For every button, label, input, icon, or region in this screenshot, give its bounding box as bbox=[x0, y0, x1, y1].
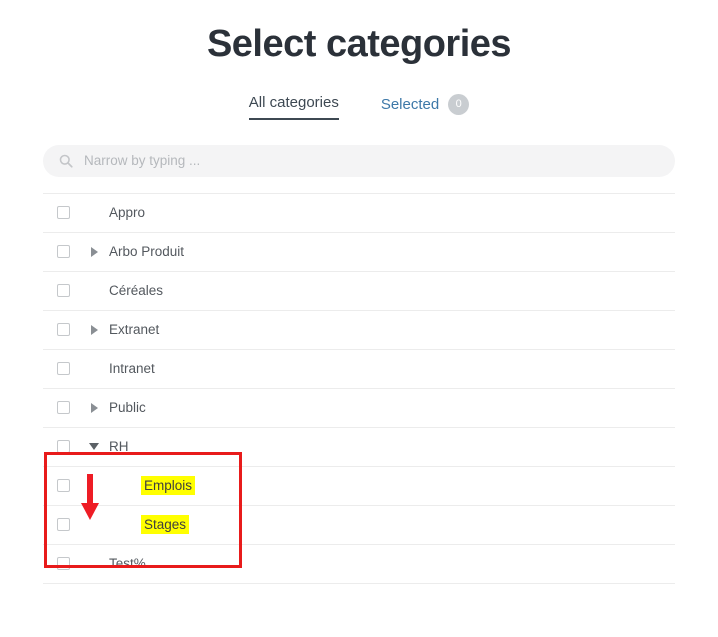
tab-selected[interactable]: Selected 0 bbox=[380, 93, 470, 122]
search-icon bbox=[59, 154, 73, 168]
category-row[interactable]: Public bbox=[43, 389, 675, 428]
category-row[interactable]: RH bbox=[43, 428, 675, 467]
category-label: Test%. bbox=[109, 556, 150, 572]
category-checkbox[interactable] bbox=[57, 557, 70, 571]
caret-slot bbox=[85, 443, 103, 451]
category-row[interactable]: Intranet bbox=[43, 350, 675, 389]
category-label: Arbo Produit bbox=[109, 244, 185, 260]
category-checkbox[interactable] bbox=[57, 284, 70, 298]
category-checkbox[interactable] bbox=[57, 323, 70, 337]
category-checkbox[interactable] bbox=[57, 206, 70, 220]
caret-right-icon[interactable] bbox=[90, 324, 98, 335]
category-row[interactable]: Céréales bbox=[43, 272, 675, 311]
category-checkbox[interactable] bbox=[57, 245, 70, 259]
category-label: Céréales bbox=[109, 283, 164, 299]
tab-all-categories[interactable]: All categories bbox=[248, 93, 339, 120]
caret-right-icon[interactable] bbox=[90, 402, 98, 413]
caret-right-icon[interactable] bbox=[90, 246, 98, 257]
category-label: RH bbox=[109, 439, 129, 455]
caret-slot bbox=[85, 246, 103, 257]
category-row[interactable]: Emplois bbox=[43, 467, 675, 506]
caret-slot bbox=[85, 324, 103, 335]
category-row[interactable]: Arbo Produit bbox=[43, 233, 675, 272]
category-label: Appro bbox=[109, 205, 146, 221]
caret-slot bbox=[85, 402, 103, 413]
tab-all-categories-label: All categories bbox=[248, 93, 339, 111]
category-row[interactable]: Stages bbox=[43, 506, 675, 545]
category-label: Intranet bbox=[109, 361, 155, 377]
category-label: Stages bbox=[141, 515, 190, 535]
caret-down-icon[interactable] bbox=[89, 443, 99, 451]
category-checkbox[interactable] bbox=[57, 401, 70, 415]
category-label: Extranet bbox=[109, 322, 160, 338]
category-label: Emplois bbox=[141, 476, 196, 496]
category-label: Public bbox=[109, 400, 146, 416]
category-row[interactable]: Test%. bbox=[43, 545, 675, 584]
search-input[interactable] bbox=[84, 153, 659, 169]
search-bar[interactable] bbox=[43, 144, 675, 177]
selected-count-badge: 0 bbox=[448, 93, 470, 115]
tab-bar: All categories Selected 0 bbox=[0, 93, 718, 122]
category-row[interactable]: Extranet bbox=[43, 311, 675, 350]
tab-selected-label: Selected bbox=[380, 95, 440, 113]
category-checkbox[interactable] bbox=[57, 518, 70, 532]
category-row[interactable]: Appro bbox=[43, 194, 675, 233]
category-list: Appro Arbo Produit Céréales Extranet Intrane… bbox=[43, 192, 675, 584]
category-checkbox[interactable] bbox=[57, 479, 70, 493]
category-checkbox[interactable] bbox=[57, 362, 70, 376]
category-checkbox[interactable] bbox=[57, 440, 70, 454]
page-title: Select categories bbox=[206, 23, 512, 65]
